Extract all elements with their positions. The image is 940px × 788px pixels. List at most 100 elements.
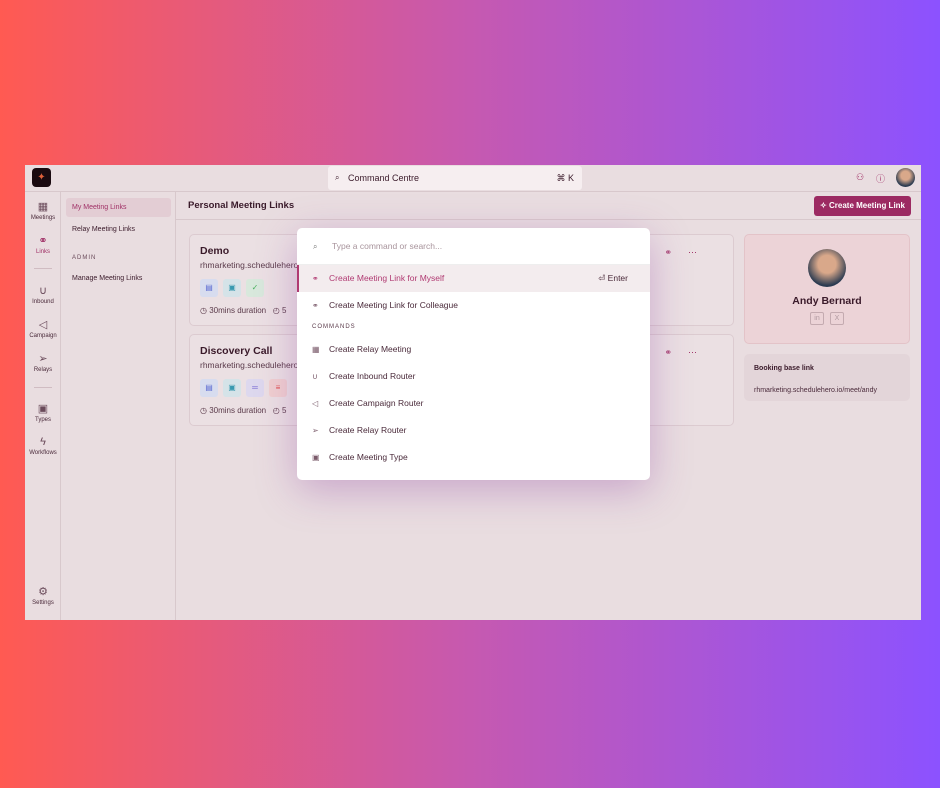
video-icon: ▣ xyxy=(223,379,241,397)
video-icon: ▣ xyxy=(312,453,320,462)
command-label: Command Centre xyxy=(348,173,420,183)
duration: ◷ 30mins duration ◴ 5 xyxy=(200,306,287,315)
copy-link-icon[interactable]: ⚭ xyxy=(664,247,688,257)
rail-settings[interactable]: ⚙ Settings xyxy=(25,585,61,606)
form-icon: ▤ xyxy=(200,379,218,397)
form-icon: ▤ xyxy=(200,279,218,297)
enter-hint: ⏎ Enter xyxy=(598,273,628,283)
card-url: rhmarketing.schedulehero xyxy=(200,260,299,270)
link-icon: ⚭ xyxy=(38,235,48,247)
profile-name: Andy Bernard xyxy=(792,295,862,307)
card-title: Demo xyxy=(200,245,230,257)
duration-text: 30mins duration xyxy=(209,406,267,415)
command-label: Create Meeting Link for Colleague xyxy=(329,300,458,310)
user-add-icon[interactable]: ⚇ xyxy=(856,172,864,183)
command-centre-button[interactable]: ⌕ Command Centre ⌘ K xyxy=(328,166,582,190)
command-create-relay-router[interactable]: ➢ Create Relay Router xyxy=(297,417,650,444)
bolt-icon: ϟ xyxy=(40,436,46,448)
command-palette: ⌕ Type a command or search... ⚭ Create Mee… xyxy=(297,228,650,480)
icon-rail: ▦ Meetings ⚭ Links ∪ Inbound ◁ Campaign ➢ Rel… xyxy=(25,192,61,620)
subnav-my-meeting-links[interactable]: My Meeting Links xyxy=(66,198,171,217)
megaphone-icon: ◁ xyxy=(38,319,48,331)
help-icon[interactable]: ⓘ xyxy=(876,172,885,185)
calendar-plus-icon: ▦ xyxy=(312,345,320,354)
subnav-relay-meeting-links[interactable]: Relay Meeting Links xyxy=(66,220,171,239)
extra-text: 5 xyxy=(282,306,287,315)
duration-text: 30mins duration xyxy=(209,306,267,315)
app-logo[interactable]: ✦ xyxy=(32,168,51,187)
rail-workflows[interactable]: ϟ Workflows xyxy=(25,436,61,456)
create-meeting-link-button[interactable]: ✧ Create Meeting Link xyxy=(814,196,911,216)
linkedin-icon[interactable]: in xyxy=(810,312,824,325)
command-label: Create Meeting Link for Myself xyxy=(329,273,445,283)
booking-label: Booking base link xyxy=(754,365,814,372)
rail-types[interactable]: ▣ Types xyxy=(25,402,61,423)
rail-label: Meetings xyxy=(30,215,56,221)
rail-label: Workflows xyxy=(29,450,57,456)
card-title: Discovery Call xyxy=(200,345,273,357)
rail-label: Settings xyxy=(32,600,54,606)
rail-label: Relays xyxy=(33,367,53,373)
top-bar: ✦ ⌕ Command Centre ⌘ K ⚇ ⓘ xyxy=(25,165,921,192)
rail-meetings[interactable]: ▦ Meetings xyxy=(25,200,61,221)
command-label: Create Relay Router xyxy=(329,425,407,435)
link-plus-icon: ⚭ xyxy=(312,274,319,283)
booking-url[interactable]: rhmarketing.schedulehero.io/meet/andy xyxy=(754,387,877,394)
search-icon: ⌕ xyxy=(313,242,318,251)
extra-text: 5 xyxy=(282,406,287,415)
profile-card: Andy Bernard in X xyxy=(744,234,910,344)
magnet-icon: ∪ xyxy=(312,372,318,381)
shortcut-hint: ⌘ K xyxy=(556,173,574,183)
command-label: Create Meeting Type xyxy=(329,452,408,462)
list-icon: ≡ xyxy=(269,379,287,397)
command-label: Create Relay Meeting xyxy=(329,344,412,354)
more-icon[interactable]: ⋯ xyxy=(688,347,713,357)
avatar[interactable] xyxy=(896,168,915,187)
divider xyxy=(176,219,921,220)
divider xyxy=(34,268,52,269)
video-icon: ▣ xyxy=(37,403,49,415)
rail-label: Campaign xyxy=(29,333,57,339)
sub-nav: My Meeting Links Relay Meeting Links ADM… xyxy=(61,192,176,620)
rail-links[interactable]: ⚭ Links xyxy=(25,234,61,255)
x-icon[interactable]: X xyxy=(830,312,844,325)
relay-icon: ➢ xyxy=(312,426,319,435)
magnet-icon: ∪ xyxy=(38,285,48,297)
command-create-meeting-type[interactable]: ▣ Create Meeting Type xyxy=(297,444,650,471)
megaphone-icon: ◁ xyxy=(312,399,319,408)
rail-campaign[interactable]: ◁ Campaign xyxy=(25,318,61,339)
command-create-relay-meeting[interactable]: ▦ Create Relay Meeting xyxy=(297,336,650,363)
command-create-campaign-router[interactable]: ◁ Create Campaign Router xyxy=(297,390,650,417)
check-icon: ✓ xyxy=(246,279,264,297)
card-url: rhmarketing.schedulehero xyxy=(200,360,299,370)
relay-icon: ➢ xyxy=(38,353,48,365)
rail-label: Links xyxy=(35,249,50,255)
command-create-inbound-router[interactable]: ∪ Create Inbound Router xyxy=(297,363,650,390)
placeholder: Type a command or search... xyxy=(332,241,443,251)
command-create-link-colleague[interactable]: ⚭ Create Meeting Link for Colleague xyxy=(297,292,650,319)
rail-label: Inbound xyxy=(32,299,54,305)
divider xyxy=(34,387,52,388)
enter-label: Enter xyxy=(607,273,628,283)
command-label: Create Campaign Router xyxy=(329,398,424,408)
rail-relays[interactable]: ➢ Relays xyxy=(25,352,61,373)
admin-label: ADMIN xyxy=(72,255,97,261)
gear-icon: ⚙ xyxy=(38,586,48,598)
text-icon: ═ xyxy=(246,379,264,397)
calendar-icon: ▦ xyxy=(37,201,49,213)
profile-avatar xyxy=(808,249,846,287)
search-icon: ⌕ xyxy=(335,173,340,182)
command-create-link-myself[interactable]: ⚭ Create Meeting Link for Myself ⏎ Enter xyxy=(297,265,650,292)
section-label: COMMANDS xyxy=(312,324,356,330)
command-label: Create Inbound Router xyxy=(329,371,416,381)
command-search-input[interactable]: ⌕ Type a command or search... xyxy=(297,228,650,265)
more-icon[interactable]: ⋯ xyxy=(688,247,713,257)
link-plus-icon: ⚭ xyxy=(312,301,319,310)
button-label: Create Meeting Link xyxy=(828,201,905,210)
copy-link-icon[interactable]: ⚭ xyxy=(664,347,688,357)
duration: ◷ 30mins duration ◴ 5 xyxy=(200,406,287,415)
video-icon: ▣ xyxy=(223,279,241,297)
rail-label: Types xyxy=(34,417,51,423)
subnav-manage-meeting-links[interactable]: Manage Meeting Links xyxy=(66,269,171,288)
rail-inbound[interactable]: ∪ Inbound xyxy=(25,284,61,305)
